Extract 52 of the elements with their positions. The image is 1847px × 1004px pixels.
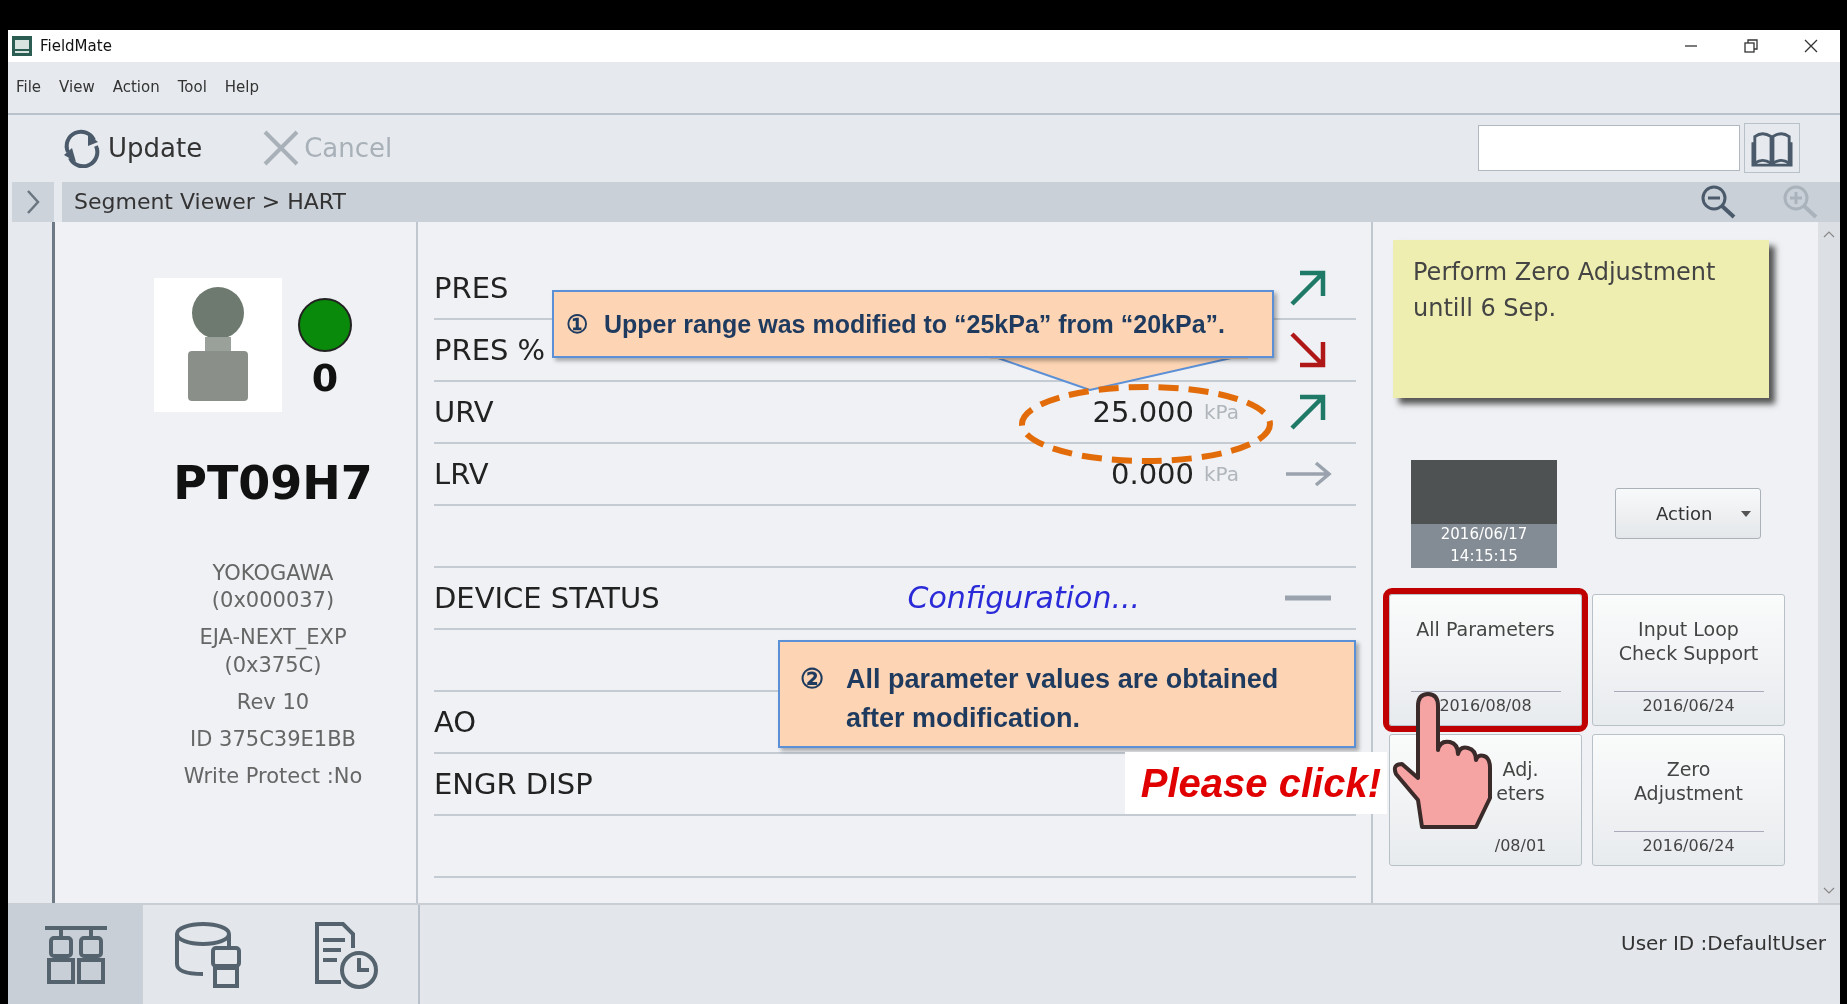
expand-button[interactable] bbox=[12, 181, 54, 222]
device-info: YOKOGAWA (0x000037) bbox=[211, 559, 335, 614]
parameter-label: URV bbox=[434, 394, 494, 429]
close-icon[interactable] bbox=[1804, 38, 1818, 53]
action-dropdown[interactable]: Action bbox=[1615, 488, 1761, 540]
device-info: Write Protect :No bbox=[183, 763, 363, 791]
scroll-down-icon[interactable] bbox=[1823, 887, 1835, 896]
device-info: Rev 10 bbox=[236, 688, 310, 716]
chevron-right-icon bbox=[25, 188, 41, 215]
book-button[interactable] bbox=[1744, 123, 1800, 174]
parameter-label: LRV bbox=[434, 456, 489, 491]
function-tile[interactable]: Zero Adjustment 2016/06/24 bbox=[1592, 733, 1785, 866]
parameter-label: PRES bbox=[434, 270, 509, 305]
parameter-value: 25.000 bbox=[1092, 394, 1194, 429]
menu-item[interactable]: Help bbox=[224, 78, 260, 97]
breadcrumb: Segment Viewer > HART bbox=[74, 189, 346, 215]
annotation-text: All parameter values are obtained after modification. bbox=[846, 663, 1280, 736]
user-id-status: User ID :DefaultUser bbox=[1621, 930, 1826, 955]
function-tile[interactable]: Input Loop Check Support 2016/06/24 bbox=[1592, 593, 1785, 726]
click-hint: Please click! bbox=[1125, 752, 1387, 814]
toolbar-button[interactable]: Update bbox=[60, 128, 203, 169]
menu-item[interactable]: Tool bbox=[177, 78, 207, 97]
parameter-label: PRES % bbox=[434, 332, 546, 367]
device-tag: PT09H7 bbox=[173, 455, 373, 510]
device-info: ID 375C39E1BB bbox=[190, 726, 356, 754]
zoom-out-icon[interactable] bbox=[1700, 183, 1738, 220]
menu-item[interactable]: Action bbox=[112, 78, 160, 97]
caret-icon bbox=[1740, 509, 1752, 518]
annotation-number: ① bbox=[566, 309, 588, 339]
app-logo-icon bbox=[12, 35, 32, 56]
parameter-label: AO bbox=[434, 704, 477, 739]
menu-item[interactable]: View bbox=[59, 78, 95, 97]
status-value: Configuration... bbox=[907, 580, 1140, 616]
window-title: FieldMate bbox=[40, 36, 112, 55]
unit-label: kPa bbox=[1204, 461, 1240, 486]
parameter-label: ENGR DISP bbox=[434, 766, 593, 801]
restore-icon[interactable] bbox=[1744, 38, 1758, 53]
menu-item[interactable]: File bbox=[16, 78, 42, 97]
cross-icon bbox=[262, 129, 301, 168]
device-info: EJA-NEXT_EXP (0x375C) bbox=[199, 624, 347, 679]
alarm-count: 0 bbox=[311, 355, 339, 400]
nav-tab[interactable] bbox=[8, 905, 143, 1004]
unit-label: kPa bbox=[1204, 399, 1240, 424]
scrollbar[interactable] bbox=[1818, 221, 1840, 904]
annotation-text: Upper range was modified to “25kPa” from “20kPa”. bbox=[604, 309, 1227, 339]
parameter-label: DEVICE STATUS bbox=[434, 580, 660, 615]
annotation-number: ② bbox=[800, 663, 824, 696]
photo-timestamp: 2016/06/17 14:15:15 bbox=[1411, 524, 1557, 568]
search-field[interactable] bbox=[1478, 125, 1740, 172]
reminder-note: Perform Zero Adjustment untill 6 Sep. bbox=[1393, 239, 1769, 398]
scroll-up-icon[interactable] bbox=[1823, 229, 1835, 238]
parameter-value: 0.000 bbox=[1110, 456, 1194, 491]
